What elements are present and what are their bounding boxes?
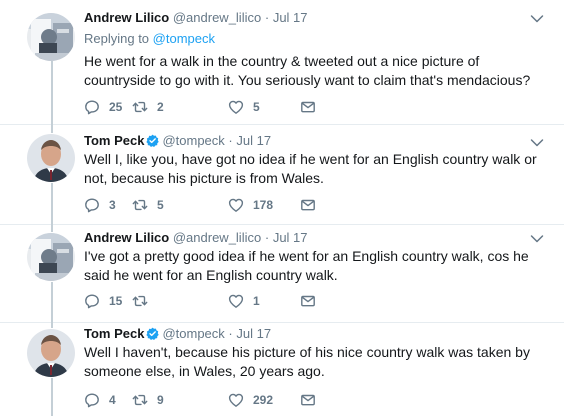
retweet-icon <box>132 197 148 213</box>
author-name[interactable]: Tom Peck <box>84 133 144 148</box>
author-handle[interactable]: @tompeck <box>162 326 224 341</box>
author-name[interactable]: Andrew Lilico <box>84 230 169 245</box>
retweet-button[interactable]: 5 <box>132 197 164 213</box>
reply-count: 25 <box>109 100 123 114</box>
author-name[interactable]: Tom Peck <box>84 326 144 341</box>
reply-button[interactable]: 4 <box>84 392 116 408</box>
retweet-button[interactable] <box>132 293 157 309</box>
conversation-thread: Andrew Lilico @andrew_lilico · Jul 17 Re… <box>0 0 564 416</box>
tweet[interactable]: Tom Peck @tompeck · Jul 17 Well I, like y… <box>0 124 564 224</box>
thread-connector-line <box>51 322 53 328</box>
tweet-header: Andrew Lilico @andrew_lilico · Jul 17 <box>84 9 308 27</box>
replying-to-handle-link[interactable]: @tompeck <box>153 31 215 46</box>
author-handle[interactable]: @andrew_lilico <box>173 10 261 25</box>
tweet-text: Well I haven't, because his picture of h… <box>84 344 530 379</box>
avatar[interactable] <box>27 134 75 182</box>
tweet[interactable]: Andrew Lilico @andrew_lilico · Jul 17 Re… <box>0 0 564 124</box>
like-count: 5 <box>253 100 260 114</box>
author-name[interactable]: Andrew Lilico <box>84 10 169 25</box>
tweet-header: Tom Peck @tompeck · Jul 17 <box>84 325 271 343</box>
thread-connector-line <box>51 282 53 322</box>
direct-message-button[interactable] <box>300 293 316 309</box>
tweet-date[interactable]: Jul 17 <box>273 10 308 25</box>
like-button[interactable]: 1 <box>228 293 260 309</box>
chevron-down-icon[interactable] <box>530 14 544 24</box>
tweet-date[interactable]: Jul 17 <box>236 133 271 148</box>
heart-icon <box>228 392 244 408</box>
like-count: 1 <box>253 294 260 308</box>
envelope-icon <box>300 197 316 213</box>
thread-connector-line <box>51 183 53 224</box>
retweet-icon <box>132 293 148 309</box>
tweet-text: Well I, like you, have got no idea if he… <box>84 151 537 186</box>
retweet-icon <box>132 99 148 115</box>
like-button[interactable]: 5 <box>228 99 260 115</box>
separator-dot: · <box>228 326 233 341</box>
replying-to-label: Replying to <box>84 31 153 46</box>
retweet-icon <box>132 392 148 408</box>
avatar[interactable] <box>27 13 75 61</box>
separator-dot: · <box>264 10 270 25</box>
avatar[interactable] <box>27 233 75 281</box>
tweet-date[interactable]: Jul 17 <box>236 326 271 341</box>
tweet-date[interactable]: Jul 17 <box>273 230 308 245</box>
like-button[interactable]: 292 <box>228 392 273 408</box>
retweet-button[interactable]: 9 <box>132 392 164 408</box>
envelope-icon <box>300 99 316 115</box>
replying-to: Replying to @tompeck <box>84 30 215 48</box>
avatar[interactable] <box>27 329 75 377</box>
direct-message-button[interactable] <box>300 99 316 115</box>
retweet-button[interactable]: 2 <box>132 99 164 115</box>
author-handle[interactable]: @andrew_lilico <box>173 230 261 245</box>
verified-badge-icon <box>146 134 159 147</box>
thread-connector-line <box>51 124 53 133</box>
heart-icon <box>228 99 244 115</box>
reply-icon <box>84 197 100 213</box>
envelope-icon <box>300 392 316 408</box>
like-button[interactable]: 178 <box>228 197 273 213</box>
reply-count: 3 <box>109 198 116 212</box>
reply-icon <box>84 392 100 408</box>
separator-dot: · <box>264 230 270 245</box>
reply-button[interactable]: 3 <box>84 197 116 213</box>
tweet-header: Tom Peck @tompeck · Jul 17 <box>84 132 271 150</box>
reply-button[interactable]: 15 <box>84 293 122 309</box>
envelope-icon <box>300 293 316 309</box>
verified-badge-icon <box>146 327 159 340</box>
reply-icon <box>84 293 100 309</box>
tweet-header: Andrew Lilico @andrew_lilico · Jul 17 <box>84 229 308 247</box>
retweet-count: 5 <box>157 198 164 212</box>
like-count: 292 <box>253 393 274 407</box>
tweet[interactable]: Andrew Lilico @andrew_lilico · Jul 17 I'… <box>0 224 564 322</box>
thread-connector-line <box>51 61 53 124</box>
thread-connector-line <box>51 224 53 232</box>
direct-message-button[interactable] <box>300 392 316 408</box>
author-handle[interactable]: @tompeck <box>162 133 224 148</box>
reply-count: 4 <box>109 393 116 407</box>
heart-icon <box>228 197 244 213</box>
heart-icon <box>228 293 244 309</box>
like-count: 178 <box>253 198 274 212</box>
tweet-text: I've got a pretty good idea if he went f… <box>84 248 529 283</box>
reply-icon <box>84 99 100 115</box>
reply-count: 15 <box>109 294 123 308</box>
tweet[interactable]: Tom Peck @tompeck · Jul 17 Well I haven't… <box>0 322 564 416</box>
retweet-count: 9 <box>157 393 164 407</box>
direct-message-button[interactable] <box>300 197 316 213</box>
separator-dot: · <box>228 133 233 148</box>
chevron-down-icon[interactable] <box>530 138 544 148</box>
thread-connector-line <box>51 378 53 416</box>
tweet-text: He went for a walk in the country & twee… <box>84 53 531 88</box>
reply-button[interactable]: 25 <box>84 99 122 115</box>
retweet-count: 2 <box>157 100 164 114</box>
chevron-down-icon[interactable] <box>530 234 544 244</box>
